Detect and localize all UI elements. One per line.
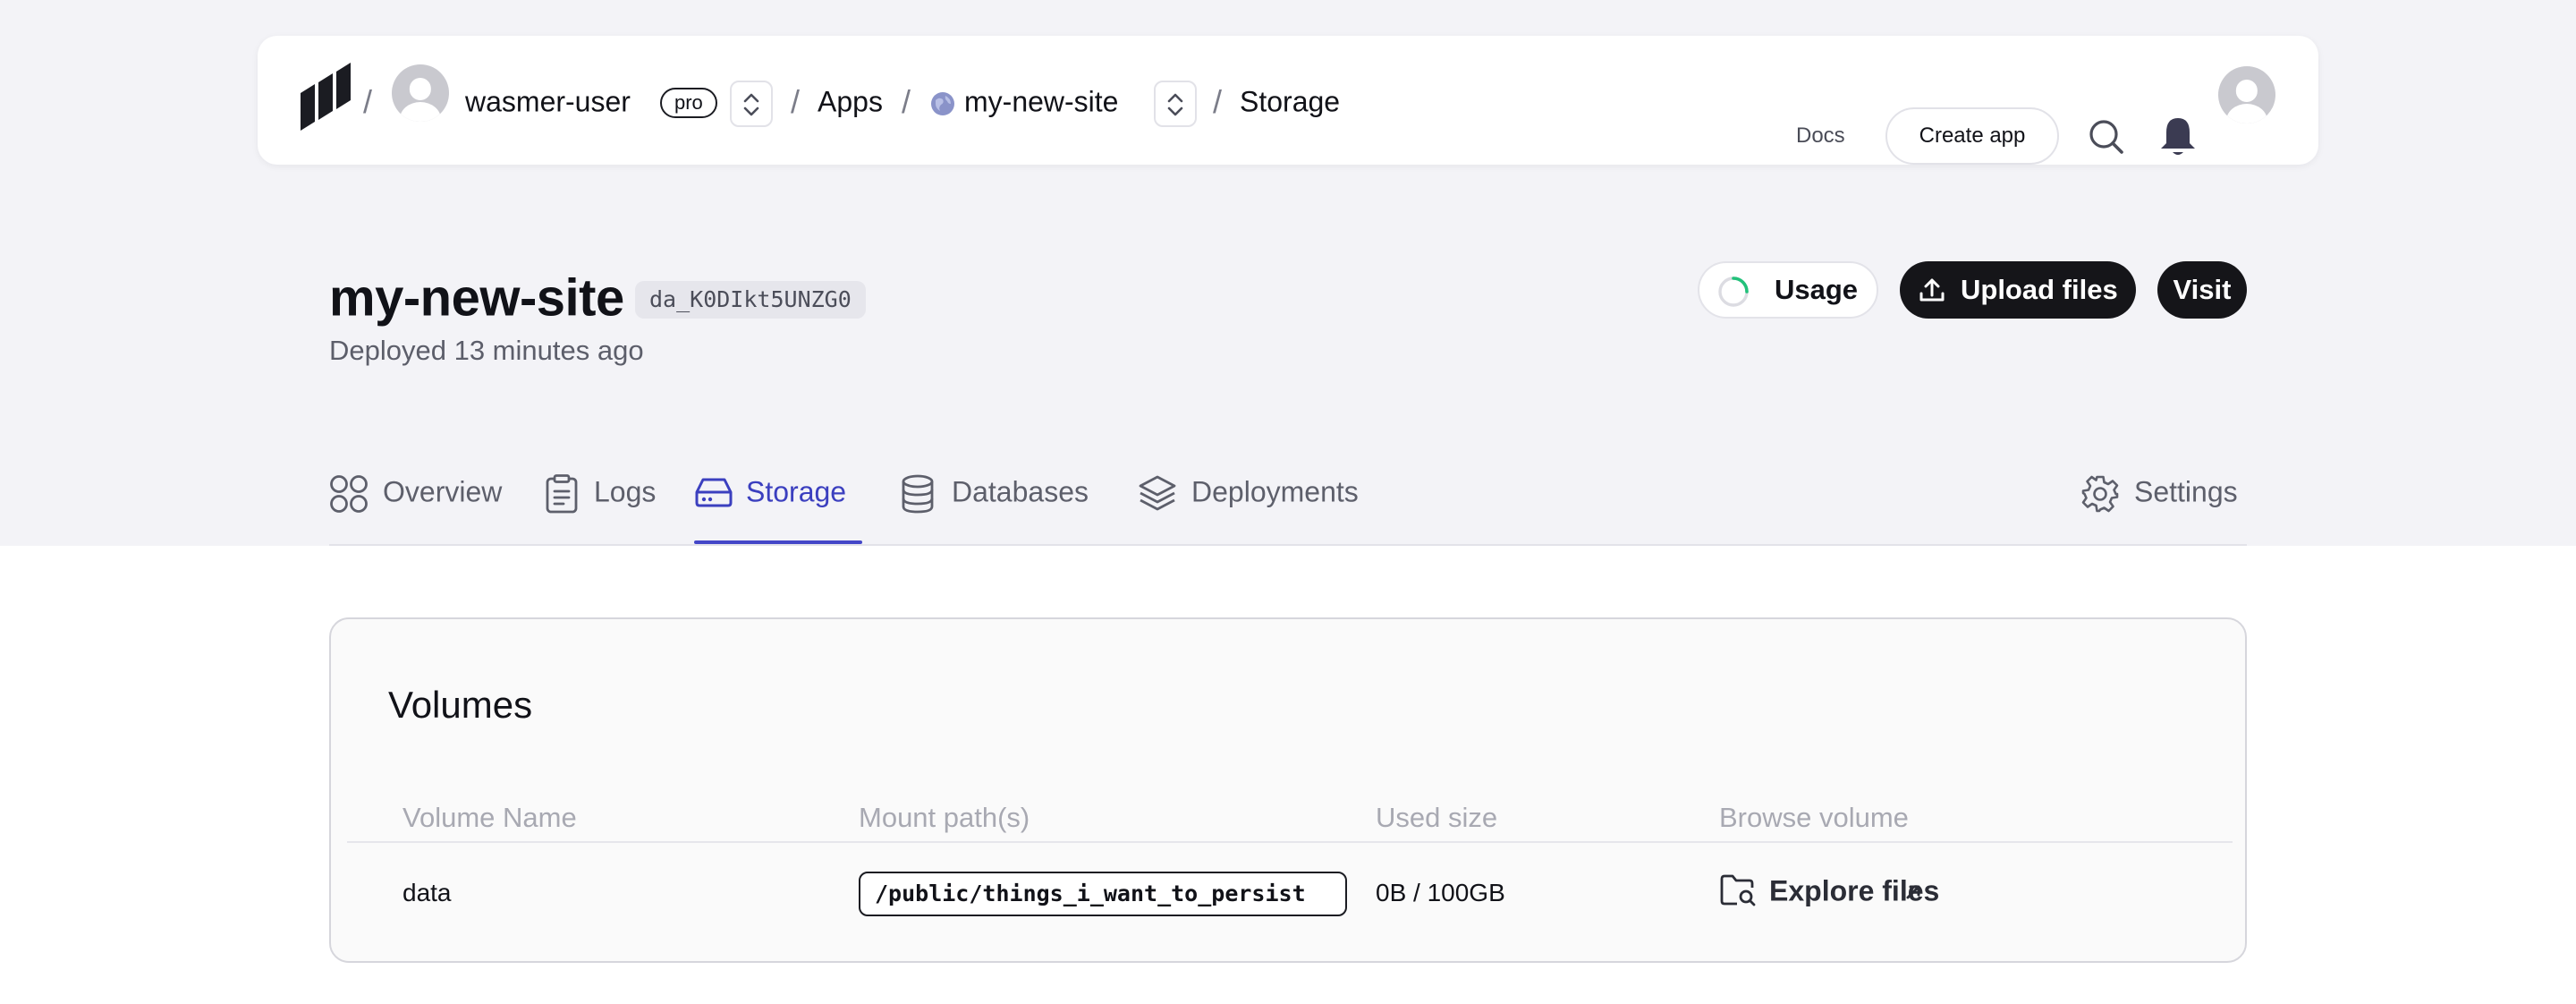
hard-drive-icon xyxy=(695,478,733,507)
search-icon[interactable] xyxy=(2088,118,2125,156)
active-tab-indicator xyxy=(694,540,862,544)
tab-label: Logs xyxy=(594,475,657,508)
volumes-title: Volumes xyxy=(388,684,533,726)
docs-link[interactable]: Docs xyxy=(1796,123,1845,149)
breadcrumb-separator: / xyxy=(791,83,801,120)
volumes-card: Volumes Volume Name Mount path(s) Used s… xyxy=(329,617,2247,963)
table-header-divider xyxy=(347,841,2233,843)
arrow-up-right-icon xyxy=(1906,885,1920,899)
user-avatar[interactable] xyxy=(392,64,449,122)
tabs-divider xyxy=(329,544,2247,546)
column-header-mount-path: Mount path(s) xyxy=(859,802,1030,833)
column-header-browse-volume: Browse volume xyxy=(1719,802,1909,833)
upload-icon xyxy=(1919,278,1945,302)
tab-label: Storage xyxy=(746,475,847,508)
app-globe-icon xyxy=(931,92,954,115)
folder-search-icon xyxy=(1720,874,1756,906)
tab-label: Overview xyxy=(383,475,503,508)
used-size: 0B / 100GB xyxy=(1376,879,1505,906)
usage-label: Usage xyxy=(1775,274,1859,305)
breadcrumb-apps[interactable]: Apps xyxy=(818,86,883,119)
user-switcher-button[interactable] xyxy=(730,81,773,127)
plan-badge: pro xyxy=(660,88,717,118)
chevron-up-down-icon xyxy=(743,93,759,116)
visit-button[interactable]: Visit xyxy=(2157,261,2247,319)
layers-icon xyxy=(1139,475,1176,511)
account-avatar[interactable] xyxy=(2218,66,2275,123)
breadcrumb-user[interactable]: wasmer-user xyxy=(465,86,631,119)
bell-icon[interactable] xyxy=(2157,115,2199,159)
breadcrumb-separator: / xyxy=(1213,83,1223,120)
breadcrumb-separator: / xyxy=(363,83,373,120)
usage-ring-icon xyxy=(1718,277,1749,307)
gear-icon xyxy=(2081,475,2119,513)
upload-files-label: Upload files xyxy=(1961,274,2118,305)
tab-label: Databases xyxy=(952,475,1089,508)
usage-button[interactable]: Usage xyxy=(1698,261,1878,319)
app-id-badge[interactable]: da_K0DIkt5UNZG0 xyxy=(635,281,866,319)
deployed-status: Deployed 13 minutes ago xyxy=(329,335,644,366)
clipboard-icon xyxy=(546,474,578,514)
top-navigation: / wasmer-user pro / Apps / my-new-site /… xyxy=(258,36,2318,165)
breadcrumb-page: Storage xyxy=(1240,85,1341,118)
chevron-up-down-icon xyxy=(1167,93,1183,116)
upload-files-button[interactable]: Upload files xyxy=(1900,261,2136,319)
column-header-used-size: Used size xyxy=(1376,802,1498,833)
tab-label: Deployments xyxy=(1191,475,1359,508)
wasmer-logo-icon[interactable] xyxy=(299,63,354,138)
create-app-button[interactable]: Create app xyxy=(1885,107,2059,165)
breadcrumb-separator: / xyxy=(902,83,911,120)
app-title: my-new-site xyxy=(329,268,624,328)
app-switcher-button[interactable] xyxy=(1154,81,1197,127)
mount-path-chip[interactable]: /public/things_i_want_to_persist xyxy=(859,872,1347,916)
volume-name: data xyxy=(402,879,452,906)
database-icon xyxy=(902,474,934,514)
breadcrumb-app[interactable]: my-new-site xyxy=(964,86,1118,119)
grid-icon xyxy=(330,475,368,513)
column-header-volume-name: Volume Name xyxy=(402,802,577,833)
tab-label: Settings xyxy=(2134,475,2238,508)
